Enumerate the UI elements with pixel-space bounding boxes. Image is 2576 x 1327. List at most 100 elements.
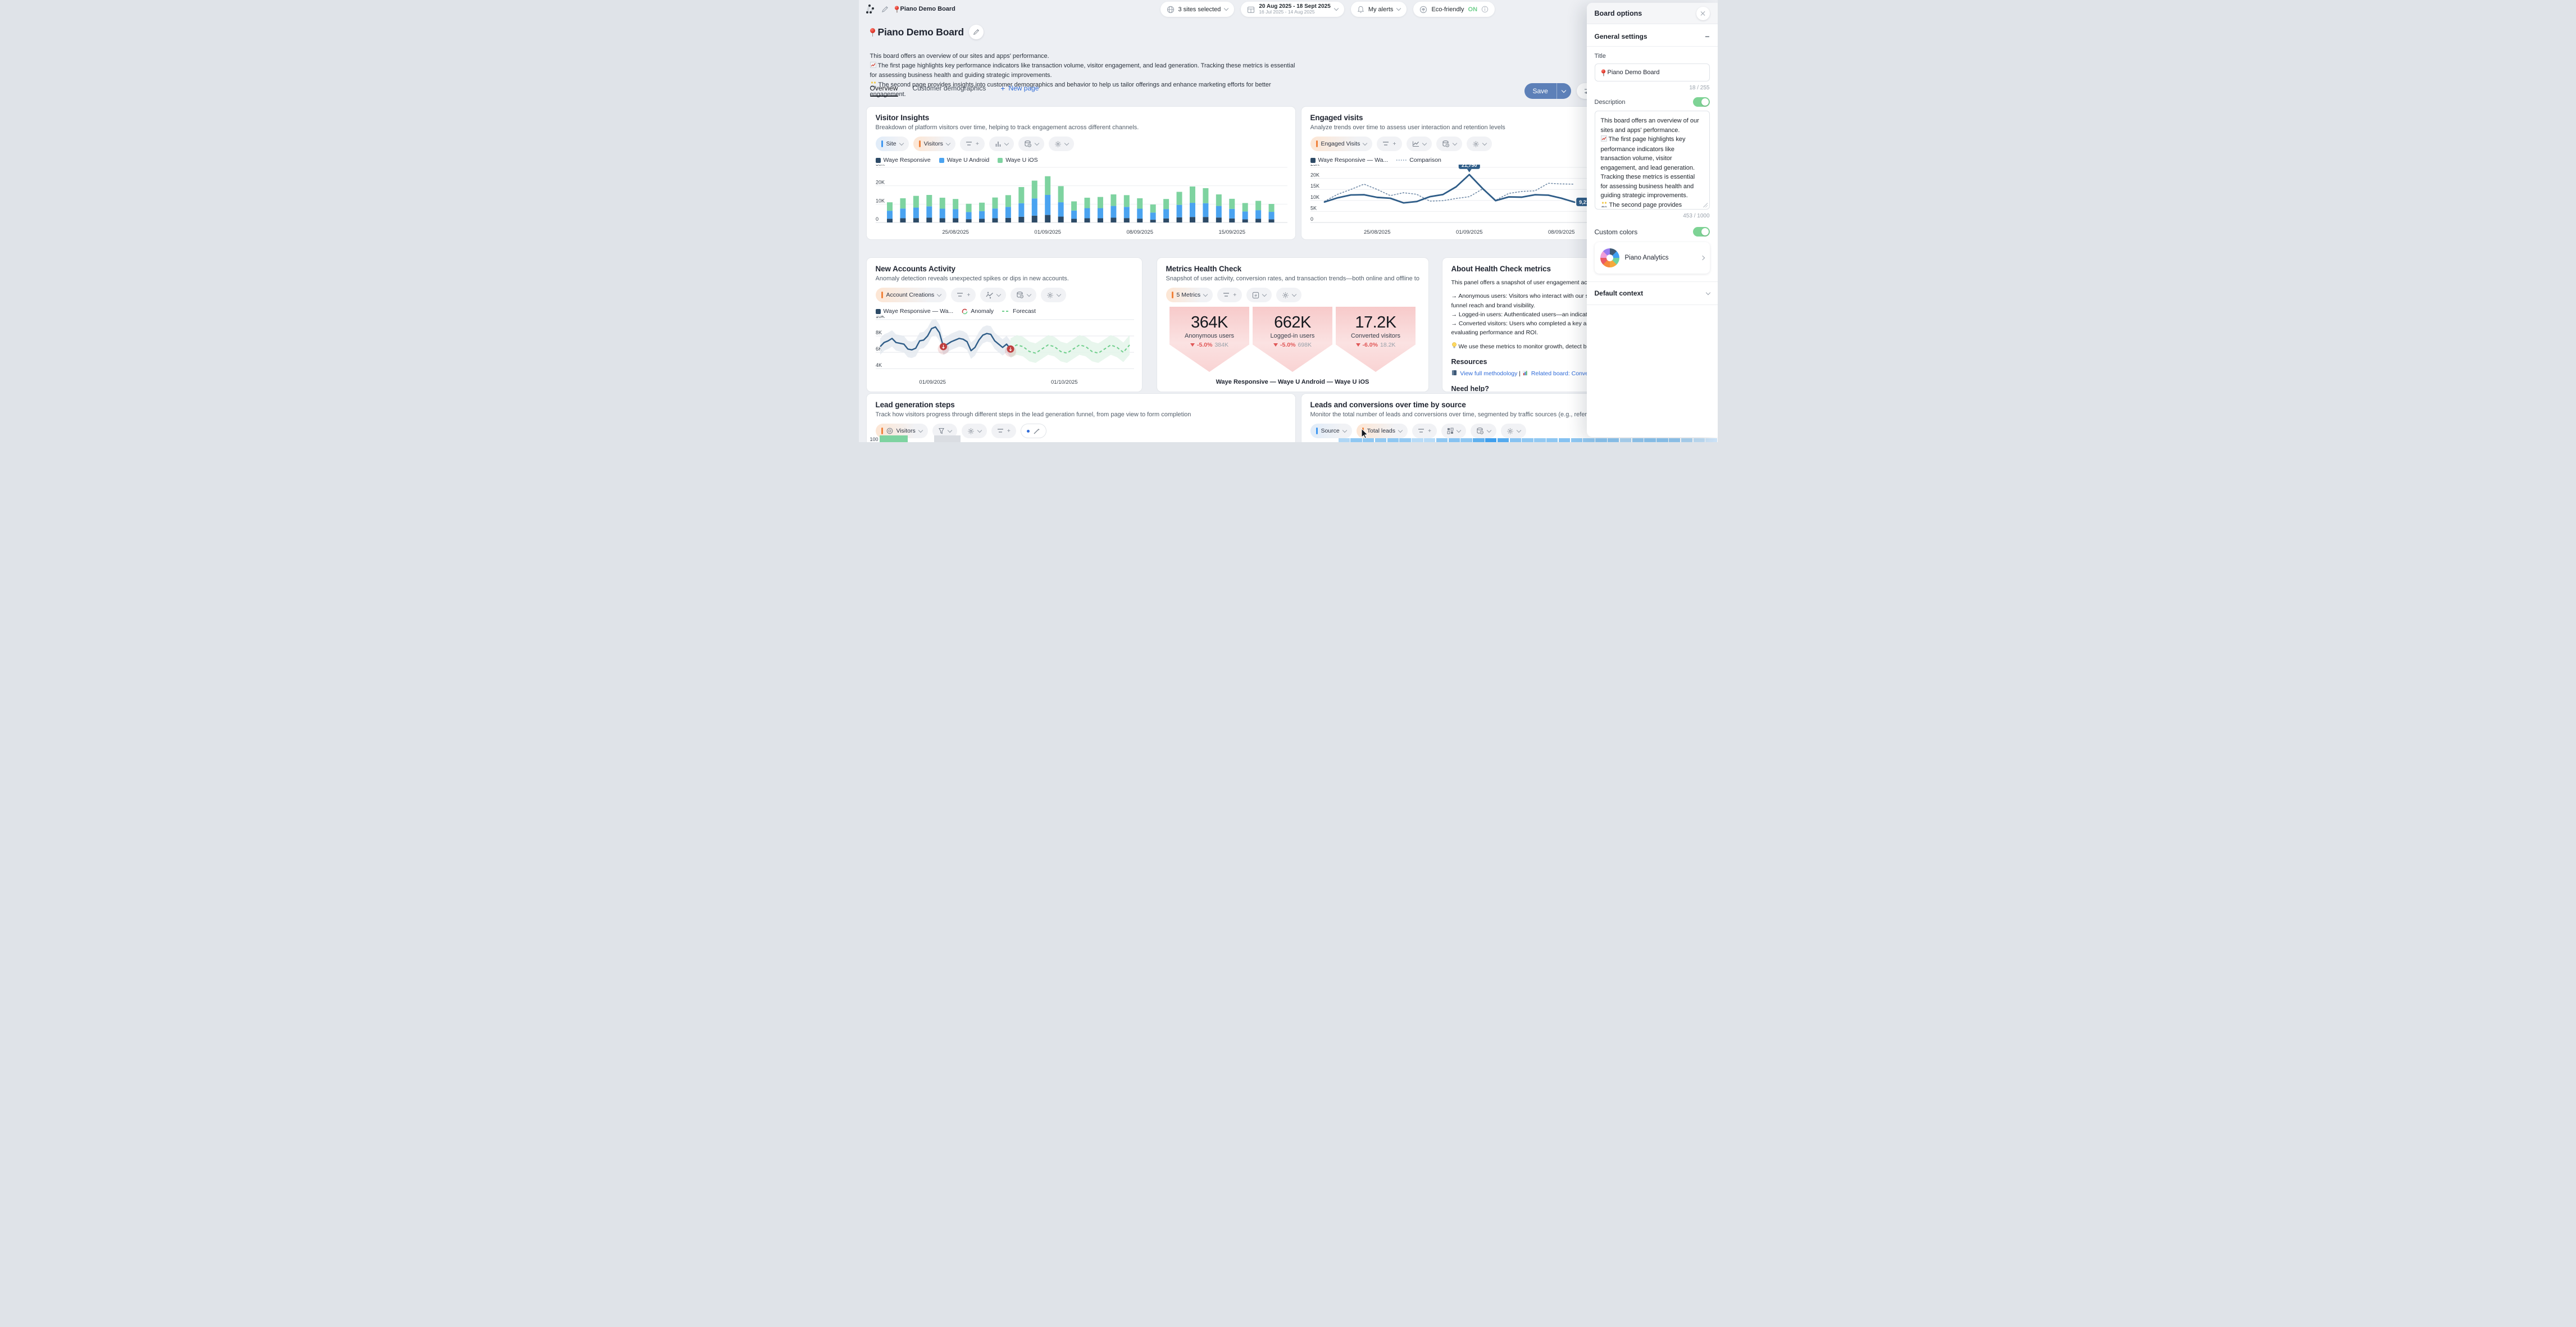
widget-settings-button[interactable]	[962, 424, 987, 438]
widget-settings-button[interactable]	[1467, 137, 1492, 151]
widget-settings-button[interactable]	[1501, 424, 1526, 438]
edit-title-button[interactable]	[969, 25, 984, 39]
heatmap-cell[interactable]	[1363, 438, 1374, 442]
dashed-line-icon	[1002, 310, 1010, 312]
heatmap-cell[interactable]	[1436, 438, 1448, 442]
funnel-bar-ghost[interactable]	[934, 435, 961, 442]
heatmap-cell[interactable]	[1460, 438, 1472, 442]
leads-heatmap[interactable]	[1339, 438, 1718, 442]
heatmap-cell[interactable]	[1522, 438, 1533, 442]
data-source-button[interactable]	[1018, 137, 1044, 151]
sites-selector[interactable]: 3 sites selected	[1160, 2, 1235, 17]
board-title-input[interactable]: Piano Demo Board	[1595, 63, 1710, 81]
filter-button[interactable]: +	[1377, 137, 1401, 151]
heatmap-cell[interactable]	[1583, 438, 1594, 442]
description-toggle[interactable]	[1693, 97, 1710, 107]
number-icon: #	[1252, 292, 1259, 299]
anomaly-chart-button[interactable]	[980, 288, 1006, 302]
palette-selector[interactable]: Piano Analytics	[1595, 242, 1710, 274]
visitor-insights-chart[interactable]: 30K20K10K025/08/202501/09/202508/09/2025…	[876, 165, 1287, 237]
default-context-section[interactable]: Default context	[1595, 282, 1710, 305]
heatmap-cell[interactable]	[1498, 438, 1509, 442]
link-view-methodology[interactable]: View full methodology	[1460, 370, 1517, 377]
info-icon[interactable]	[1481, 6, 1489, 13]
heatmap-cell[interactable]	[1424, 438, 1435, 442]
dimension-pill-site[interactable]: Site	[876, 137, 909, 151]
my-alerts-button[interactable]: My alerts	[1351, 2, 1407, 17]
heatmap-cell[interactable]	[1412, 438, 1423, 442]
chevron-down-icon	[1705, 290, 1710, 294]
widget-settings-button[interactable]	[1041, 288, 1066, 302]
chart-type-button[interactable]	[1407, 137, 1432, 151]
metric-pill-visitors[interactable]: Visitors	[913, 137, 955, 151]
close-panel-button[interactable]	[1696, 7, 1710, 20]
heatmap-cell[interactable]	[1485, 438, 1496, 442]
ai-reveal-button[interactable]	[1021, 424, 1046, 438]
chart-type-button[interactable]	[989, 137, 1014, 151]
heatmap-cell[interactable]	[1399, 438, 1410, 442]
number-display-button[interactable]: #	[1246, 288, 1272, 302]
board-description-textarea[interactable]: This board offers an overview of our sit…	[1595, 111, 1710, 210]
heatmap-cell[interactable]	[1375, 438, 1386, 442]
heatmap-type-button[interactable]	[1441, 424, 1466, 438]
heatmap-cell[interactable]	[1694, 438, 1705, 442]
svg-text:01/09/2025: 01/09/2025	[1034, 229, 1061, 235]
chevron-right-icon	[1700, 256, 1704, 260]
metric-pill-engaged-visits[interactable]: Engaged Visits	[1310, 137, 1373, 151]
new-accounts-chart[interactable]: 10K8K6K4K01/09/202501/10/2025	[876, 316, 1134, 387]
heatmap-cell[interactable]	[1387, 438, 1399, 442]
heatmap-cell[interactable]	[1534, 438, 1545, 442]
people-emoji	[1601, 201, 1608, 210]
bar-chart-emoji	[1522, 370, 1528, 379]
chevron-down-icon	[1396, 6, 1401, 11]
general-settings-section[interactable]: General settings−	[1595, 30, 1710, 46]
save-button[interactable]: Save	[1524, 83, 1571, 99]
filter-button[interactable]: +	[1217, 288, 1242, 302]
filter-button[interactable]: +	[991, 424, 1016, 438]
dimension-pill-source[interactable]: Source	[1310, 424, 1352, 438]
edit-board-icon[interactable]	[881, 6, 889, 13]
filter-button[interactable]: +	[960, 137, 985, 151]
heatmap-cell[interactable]	[1705, 438, 1717, 442]
metric-pill-account-creations[interactable]: Account Creations	[876, 288, 947, 302]
heatmap-cell[interactable]	[1571, 438, 1582, 442]
date-range-selector[interactable]: 20 Aug 2025 - 18 Sept 202516 Jul 2025 - …	[1241, 2, 1344, 17]
filter-button[interactable]: +	[951, 288, 976, 302]
data-source-button[interactable]	[1471, 424, 1496, 438]
data-source-button[interactable]	[1011, 288, 1036, 302]
save-dropdown[interactable]	[1556, 83, 1571, 99]
data-source-button[interactable]	[1436, 137, 1462, 151]
heatmap-cell[interactable]	[1350, 438, 1362, 442]
heatmap-cell[interactable]	[1608, 438, 1619, 442]
heatmap-cell[interactable]	[1546, 438, 1558, 442]
piano-analytics-logo[interactable]	[864, 3, 876, 15]
funnel-bar[interactable]	[880, 435, 908, 442]
heatmap-cell[interactable]	[1595, 438, 1606, 442]
page-tabs: Overview Customer demographics +New page	[870, 84, 1039, 97]
widget-settings-button[interactable]	[1276, 288, 1301, 302]
heatmap-cell[interactable]	[1473, 438, 1484, 442]
kpi-footer: Waye Responsive — Waye U Android — Waye …	[1166, 379, 1419, 385]
new-page-button[interactable]: +New page	[1000, 84, 1039, 97]
heatmap-cell[interactable]	[1644, 438, 1655, 442]
metric-pill-5-metrics[interactable]: 5 Metrics	[1166, 288, 1213, 302]
heatmap-cell[interactable]	[1339, 438, 1350, 442]
eco-friendly-toggle[interactable]: Eco-friendly ON	[1413, 2, 1495, 17]
widget-settings-button[interactable]	[1049, 137, 1074, 151]
heatmap-cell[interactable]	[1669, 438, 1680, 442]
custom-colors-toggle[interactable]	[1693, 227, 1710, 237]
custom-colors-row: Custom colors	[1595, 227, 1710, 237]
svg-text:5K: 5K	[1310, 205, 1317, 211]
heatmap-cell[interactable]	[1620, 438, 1631, 442]
heatmap-cell[interactable]	[1632, 438, 1644, 442]
heatmap-cell[interactable]	[1681, 438, 1692, 442]
heatmap-cell[interactable]	[1510, 438, 1521, 442]
heatmap-cell[interactable]	[1656, 438, 1668, 442]
chart-up-emoji	[870, 62, 876, 71]
filter-button[interactable]: +	[1412, 424, 1437, 438]
pin-emoji	[894, 6, 898, 12]
heatmap-cell[interactable]	[1559, 438, 1570, 442]
tab-customer-demographics[interactable]: Customer demographics	[913, 84, 986, 97]
tab-overview[interactable]: Overview	[870, 84, 898, 97]
heatmap-cell[interactable]	[1449, 438, 1460, 442]
